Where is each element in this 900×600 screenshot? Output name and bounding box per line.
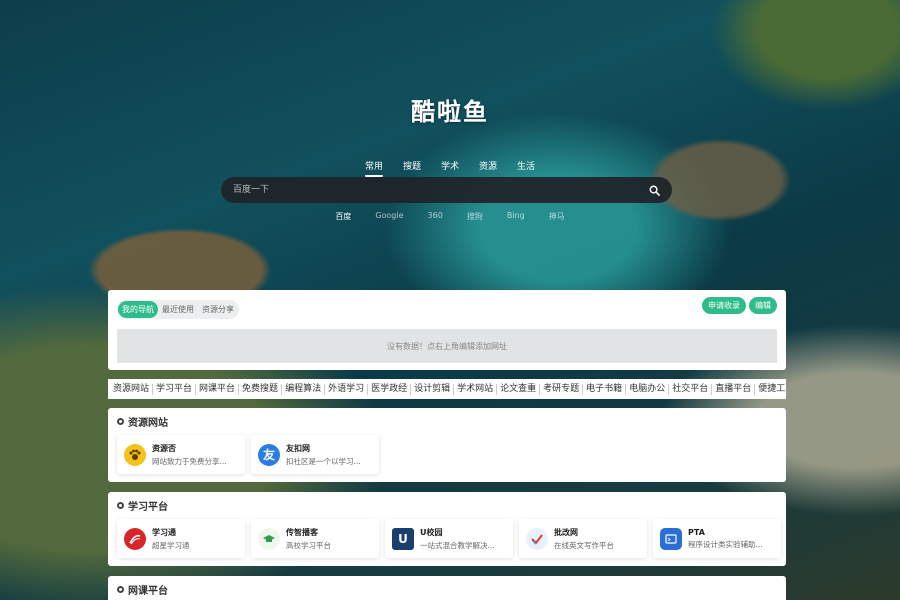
quicknav-item[interactable]: 外语学习	[325, 383, 369, 395]
my-navigation-panel: 我的导航 最近使用 资源分享 申请收录 编辑 没有数据！点右上角编辑添加网址	[108, 290, 786, 370]
hero-header: 酷啦鱼 常用 搜题 学术 资源 生活 百度 Google 360 搜狗 Bing…	[0, 0, 900, 290]
apply-inclusion-button[interactable]: 申请收录	[702, 297, 746, 314]
site-card-name: 批改网	[554, 527, 578, 537]
site-card[interactable]: 友 友扣网 扣社区是一个以学习...	[251, 435, 379, 474]
section-bullet-icon	[117, 585, 124, 593]
site-card[interactable]: 学习通 超星学习通	[117, 519, 245, 558]
site-title: 酷啦鱼	[411, 98, 489, 126]
quicknav-item[interactable]: 免费搜题	[239, 383, 283, 395]
site-card[interactable]: 批改网 在线英文写作平台	[519, 519, 647, 558]
quicknav-item[interactable]: 设计剪辑	[411, 383, 455, 395]
quicknav-item[interactable]: 学习平台	[153, 383, 197, 395]
section-resource-sites: 资源网站 资源否 网站致力于免费分享... 友 友扣网 扣社区是一个以学习...	[108, 408, 786, 482]
quicknav-item[interactable]: 医学政经	[368, 383, 412, 395]
tab-academic[interactable]: 学术	[431, 157, 469, 174]
quicknav-item[interactable]: 便捷工具	[755, 384, 786, 395]
quicknav-item[interactable]: 资源网站	[110, 383, 154, 395]
section-online-courses: 网课平台	[108, 576, 786, 600]
u-campus-icon: U	[392, 527, 414, 550]
site-card-name: 资源否	[152, 443, 176, 453]
search-engine-list: 百度 Google 360 搜狗 Bing 神马	[0, 211, 900, 222]
check-icon	[526, 527, 548, 550]
section-title: 学习平台	[128, 501, 168, 513]
my-navigation-tabs: 我的导航 最近使用 资源分享	[117, 300, 239, 319]
section-bullet-icon	[117, 417, 124, 425]
site-card[interactable]: PTA 程序设计类实验辅助...	[653, 519, 781, 558]
tab-recently-used[interactable]: 最近使用	[158, 301, 198, 318]
site-card-name: PTA	[688, 527, 705, 537]
quicknav-item[interactable]: 编程算法	[282, 383, 326, 395]
site-card[interactable]: U U校园 一站式混合教学解决...	[385, 519, 513, 558]
engine-google[interactable]: Google	[363, 211, 415, 222]
search-bar	[221, 177, 672, 203]
xuexitong-icon	[124, 527, 146, 550]
category-quick-nav: 资源网站 学习平台 网课平台 免费搜题 编程算法 外语学习 医学政经 设计剪辑 …	[108, 379, 786, 399]
paw-icon	[124, 443, 146, 466]
site-card-desc: 一站式混合教学解决...	[420, 540, 495, 550]
site-card-name: 学习通	[152, 527, 176, 537]
tab-question-search[interactable]: 搜题	[393, 157, 431, 174]
section-bullet-icon	[117, 501, 124, 509]
tab-common[interactable]: 常用	[355, 157, 393, 177]
quicknav-item[interactable]: 考研专题	[540, 383, 584, 395]
engine-360[interactable]: 360	[416, 211, 455, 222]
section-title: 资源网站	[128, 417, 168, 429]
search-button[interactable]	[646, 182, 662, 198]
engine-bing[interactable]: Bing	[495, 211, 537, 222]
search-icon	[649, 185, 660, 196]
edit-button[interactable]: 编辑	[749, 297, 777, 314]
quicknav-item[interactable]: 论文查重	[497, 383, 541, 395]
site-card-name: 友扣网	[286, 443, 310, 453]
site-card-desc: 在线英文写作平台	[554, 540, 614, 550]
graduation-cap-icon	[258, 527, 280, 550]
site-card-desc: 程序设计类实验辅助...	[688, 539, 763, 549]
search-input[interactable]	[231, 184, 646, 196]
quicknav-item[interactable]: 社交平台	[669, 383, 713, 395]
site-card-desc: 高校学习平台	[286, 540, 331, 550]
site-card-desc: 网站致力于免费分享...	[152, 456, 227, 466]
empty-state-message: 没有数据！点右上角编辑添加网址	[117, 329, 777, 363]
engine-shenma[interactable]: 神马	[537, 211, 577, 222]
you-icon: 友	[258, 443, 280, 466]
section-title: 网课平台	[128, 585, 168, 597]
quicknav-item[interactable]: 电子书籍	[583, 383, 627, 395]
site-card-desc: 超星学习通	[152, 540, 190, 550]
my-navigation-actions: 申请收录 编辑	[702, 297, 777, 314]
tab-resources[interactable]: 资源	[469, 157, 507, 174]
site-card-name: 传智播客	[286, 527, 318, 537]
site-card[interactable]: 资源否 网站致力于免费分享...	[117, 435, 245, 474]
engine-sogou[interactable]: 搜狗	[455, 211, 495, 222]
tab-resource-sharing[interactable]: 资源分享	[198, 301, 238, 318]
site-card[interactable]: 传智播客 高校学习平台	[251, 519, 379, 558]
site-card-desc: 扣社区是一个以学习...	[286, 456, 361, 466]
tab-life[interactable]: 生活	[507, 157, 545, 174]
quicknav-item[interactable]: 网课平台	[196, 383, 240, 395]
section-learning-platforms: 学习平台 学习通 超星学习通 传智播客 高校学习平台 U U校园 一站式混合教学…	[108, 492, 786, 566]
search-category-tabs: 常用 搜题 学术 资源 生活	[0, 157, 900, 177]
quicknav-item[interactable]: 直播平台	[712, 383, 756, 395]
site-card-name: U校园	[420, 527, 443, 537]
quicknav-item[interactable]: 电脑办公	[626, 383, 670, 395]
engine-baidu[interactable]: 百度	[323, 211, 363, 222]
quicknav-item[interactable]: 学术网站	[454, 383, 498, 395]
pta-icon	[660, 527, 682, 550]
tab-my-navigation[interactable]: 我的导航	[118, 301, 158, 318]
